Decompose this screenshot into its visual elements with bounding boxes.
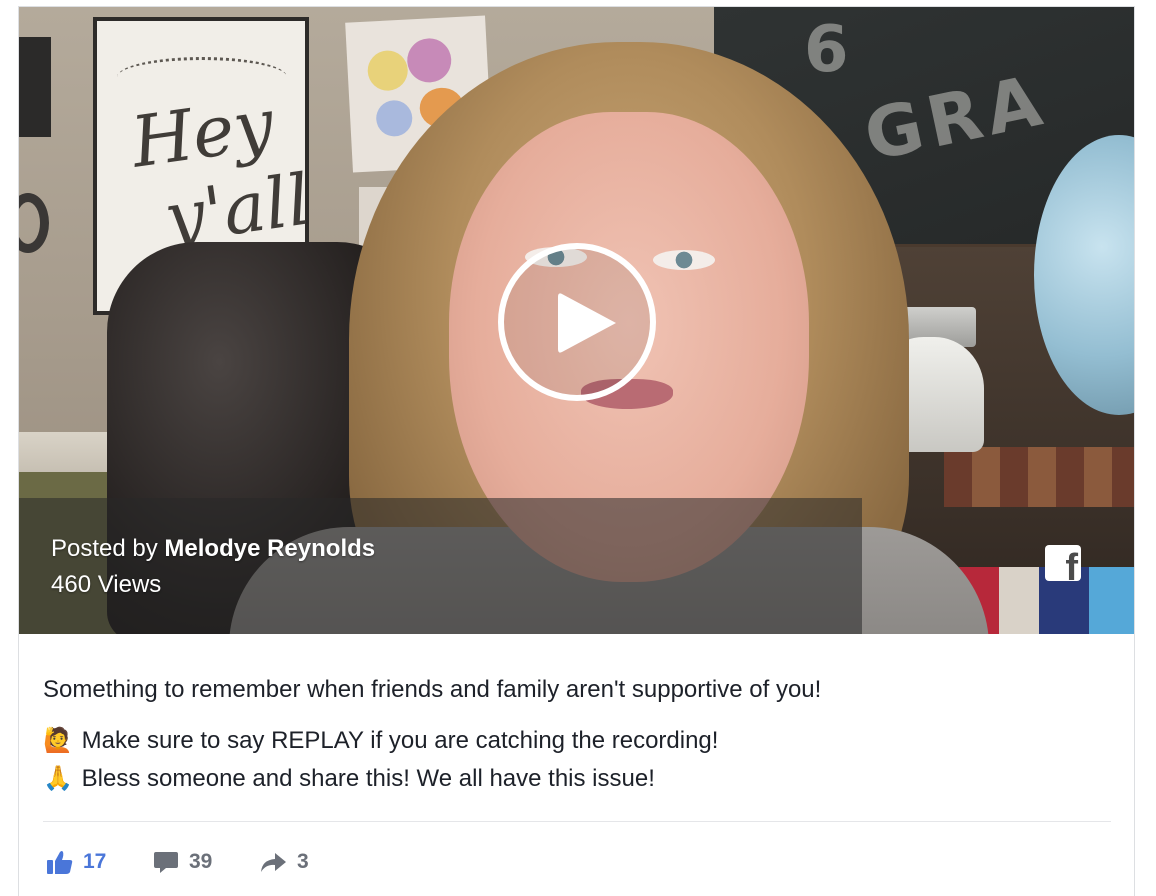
post-line-text: Bless someone and share this! We all hav…: [81, 765, 655, 792]
video-player[interactable]: Hey y'all 6 GRA Posted by Melodye Reynol…: [19, 7, 1134, 634]
facebook-logo-icon[interactable]: f: [1045, 545, 1081, 588]
share-button[interactable]: 3: [259, 847, 309, 877]
post-line: 🙏 Bless someone and share this! We all h…: [43, 764, 655, 793]
raising-hand-emoji: 🙋: [43, 727, 73, 754]
divider: [43, 821, 1111, 822]
facebook-glyph: f: [1065, 547, 1078, 589]
video-post-card: Hey y'all 6 GRA Posted by Melodye Reynol…: [18, 6, 1135, 896]
folded-hands-emoji: 🙏: [43, 765, 73, 792]
comment-button[interactable]: 39: [153, 847, 212, 877]
play-button[interactable]: [498, 243, 656, 401]
comment-count: 39: [189, 850, 213, 873]
share-arrow-icon: [261, 853, 286, 872]
play-icon: [558, 293, 616, 353]
like-count: 17: [83, 850, 107, 873]
post-line-text: Make sure to say REPLAY if you are catch…: [81, 727, 719, 754]
post-line: 🙋 Make sure to say REPLAY if you are cat…: [43, 726, 718, 755]
post-message: Something to remember when friends and f…: [43, 676, 822, 703]
thumbs-up-icon: [47, 851, 73, 874]
posted-by-label: Posted by: [51, 535, 158, 562]
posted-by-line: Posted by Melodye Reynolds: [51, 535, 375, 563]
view-count: 460 Views: [51, 571, 162, 598]
like-button[interactable]: 17: [47, 847, 106, 877]
comment-bubble-icon: [154, 852, 178, 873]
share-count: 3: [297, 850, 309, 873]
caption-overlay: [19, 498, 862, 634]
author-name[interactable]: Melodye Reynolds: [164, 535, 375, 562]
